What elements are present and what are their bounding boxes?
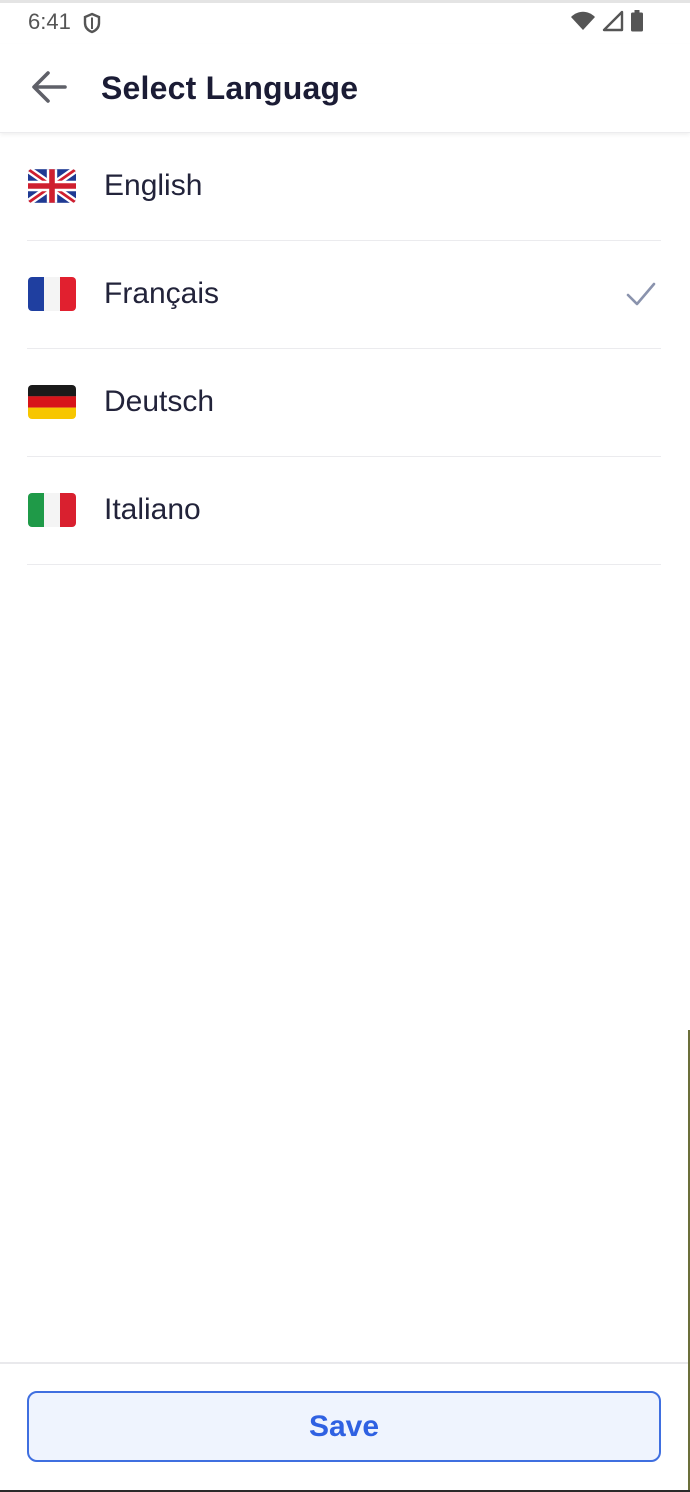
language-label: Deutsch [104,385,215,418]
footer-divider [0,1362,690,1364]
shield-icon [82,12,102,34]
app-bar: Select Language [0,44,690,133]
uk-flag-icon [28,169,76,203]
language-label: Français [104,277,220,310]
language-item-english[interactable]: English [0,133,690,241]
language-item-italiano[interactable]: Italiano [0,457,690,565]
page-title: Select Language [101,70,359,106]
france-flag-icon [28,277,76,311]
save-button[interactable]: Save [27,1391,661,1462]
divider [27,564,661,565]
back-button[interactable] [24,64,74,114]
language-list: English Français Deutsch Italiano [0,133,690,565]
wifi-icon [570,11,596,36]
status-bar: 6:41 [0,3,690,41]
language-label: Italiano [104,493,201,526]
status-icons [570,9,644,37]
germany-flag-icon [28,385,76,419]
language-label: English [104,169,203,202]
language-item-deutsch[interactable]: Deutsch [0,349,690,457]
status-time: 6:41 [28,9,71,34]
battery-icon [630,9,644,37]
cell-signal-icon [602,10,624,37]
checkmark-icon [626,281,656,307]
arrow-left-icon [30,70,68,109]
language-item-francais[interactable]: Français [0,241,690,349]
italy-flag-icon [28,493,76,527]
